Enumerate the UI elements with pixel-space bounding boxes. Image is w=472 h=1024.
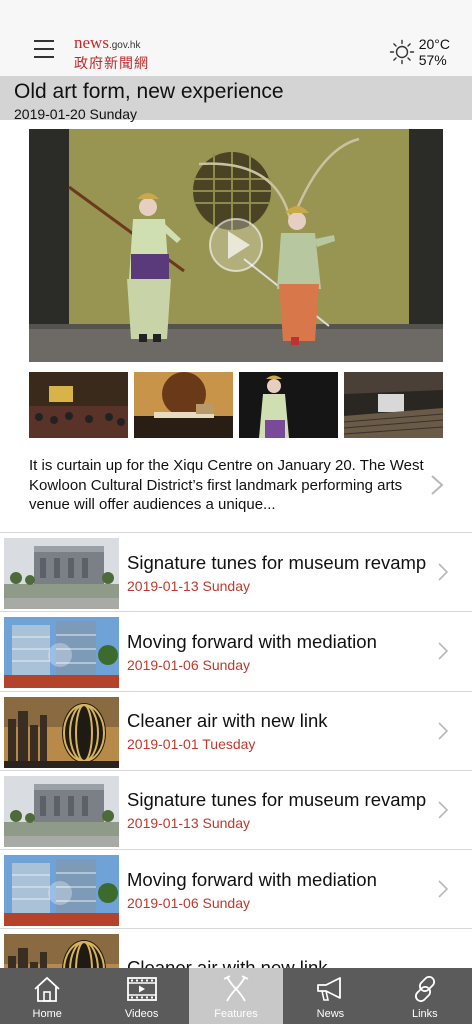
film-icon (126, 977, 157, 1001)
gallery-thumbnail[interactable] (134, 372, 233, 438)
glass-building-thumbnail (4, 617, 119, 689)
gallery-thumbnail[interactable] (239, 372, 338, 438)
tab-news-label: News (316, 1008, 345, 1020)
tab-news[interactable]: News (283, 968, 377, 1024)
bottom-tab-bar: Home Videos Features News Links (0, 968, 472, 1024)
weather-widget[interactable]: 20°C 57% (389, 36, 450, 68)
feature-title: Old art form, new experience (14, 80, 284, 103)
list-item-date: 2019-01-06 Sunday (127, 894, 250, 911)
tab-videos[interactable]: Videos (94, 968, 188, 1024)
sun-icon (389, 39, 414, 65)
chevron-right-icon (438, 880, 448, 898)
chevron-right-icon (438, 722, 448, 740)
gallery-thumbnail[interactable] (29, 372, 128, 438)
list-item-title: Signature tunes for museum revamp (127, 551, 427, 573)
list-item[interactable]: Cleaner air with new link 2019-01-01 Tue… (0, 692, 472, 771)
list-item-date: 2019-01-13 Sunday (127, 577, 250, 594)
tab-features[interactable]: Features (188, 968, 284, 1024)
list-item-title: Moving forward with mediation (127, 630, 377, 652)
link-icon (414, 975, 435, 1003)
tab-videos-label: Videos (124, 1008, 159, 1020)
stage-performance-image (29, 129, 443, 362)
humidity-value: 57% (418, 52, 447, 68)
feature-thumbnail-strip (29, 372, 443, 438)
feature-title-bar: Old art form, new experience 2019-01-20 … (0, 76, 472, 122)
tab-features-label: Features (214, 1008, 258, 1020)
chevron-right-icon (438, 642, 448, 660)
list-item[interactable]: Signature tunes for museum revamp 2019-0… (0, 533, 472, 613)
tab-links[interactable]: Links (378, 968, 472, 1024)
list-item[interactable]: Signature tunes for museum revamp 2019-0… (0, 771, 472, 851)
logo-domain-text: .gov.hk (108, 40, 141, 51)
skyline-sculpture-thumbnail (4, 696, 119, 768)
temperature-value: 20°C (418, 36, 450, 52)
museum-building-thumbnail (4, 538, 119, 609)
tab-home[interactable]: Home (0, 968, 94, 1024)
feature-summary[interactable]: It is curtain up for the Xiqu Centre on … (29, 456, 429, 515)
museum-building-thumbnail (4, 775, 119, 847)
scissors-icon (223, 975, 249, 1002)
chevron-right-icon (438, 801, 448, 819)
tab-home-label: Home (32, 1008, 62, 1020)
menu-icon[interactable] (34, 40, 54, 58)
glass-building-thumbnail (4, 855, 119, 927)
home-icon (34, 976, 60, 1002)
list-item-date: 2019-01-13 Sunday (127, 815, 250, 832)
feature-video-player[interactable] (29, 129, 443, 362)
list-item-title: Cleaner air with new link (127, 710, 328, 732)
tab-links-label: Links (411, 1008, 438, 1020)
list-item-title: Moving forward with mediation (127, 868, 377, 890)
list-item-date: 2019-01-01 Tuesday (127, 736, 256, 753)
list-item[interactable]: Moving forward with mediation 2019-01-06… (0, 612, 472, 692)
feature-list: Signature tunes for museum revamp 2019-0… (0, 532, 472, 1009)
gallery-thumbnail[interactable] (344, 372, 443, 438)
list-item[interactable]: Moving forward with mediation 2019-01-06… (0, 850, 472, 930)
app-header: news.gov.hk 政府新聞網 20°C 57% (0, 0, 472, 76)
feature-date: 2019-01-20 Sunday (14, 106, 137, 122)
chevron-right-icon (438, 563, 448, 581)
news-gov-hk-logo[interactable]: news.gov.hk 政府新聞網 (74, 33, 149, 72)
chevron-right-icon[interactable] (430, 474, 444, 496)
megaphone-icon (317, 977, 342, 1001)
logo-chinese-text: 政府新聞網 (74, 55, 149, 71)
list-item-date: 2019-01-06 Sunday (127, 656, 250, 673)
list-item-title: Signature tunes for museum revamp (127, 789, 427, 811)
logo-news-text: news (74, 33, 109, 52)
